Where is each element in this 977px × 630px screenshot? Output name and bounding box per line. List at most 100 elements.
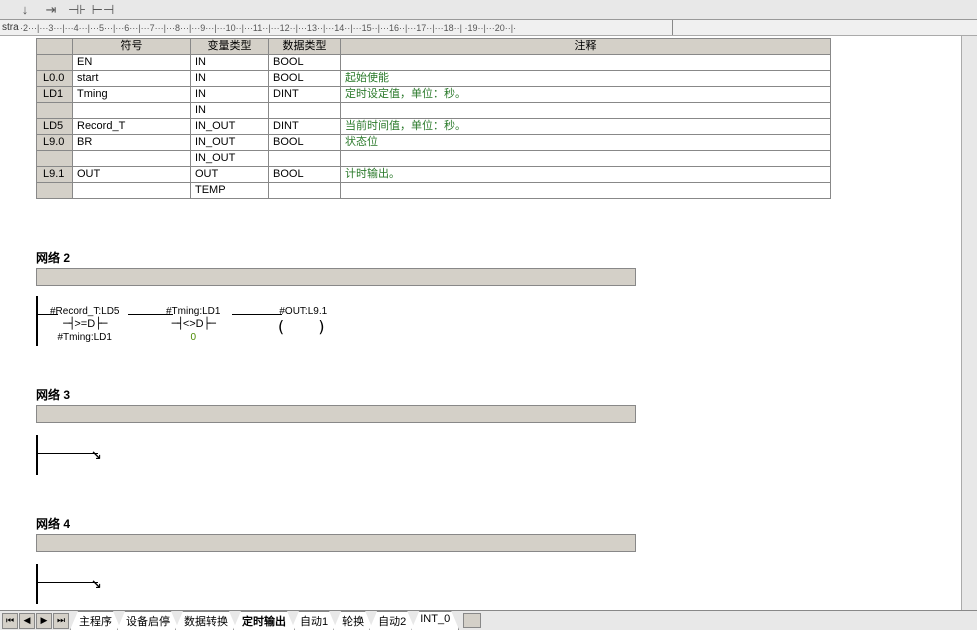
- network-title: 网络 2: [36, 249, 977, 266]
- tab-轮换[interactable]: 轮换: [333, 611, 373, 630]
- table-row[interactable]: TEMP: [37, 183, 831, 199]
- ladder-rung[interactable]: ↘: [36, 435, 636, 475]
- cell-comment[interactable]: [341, 183, 831, 199]
- cell-comment[interactable]: [341, 55, 831, 71]
- cell-vartype[interactable]: TEMP: [191, 183, 269, 199]
- tab-last-button[interactable]: ⏭: [53, 613, 69, 629]
- table-row[interactable]: IN_OUT: [37, 151, 831, 167]
- col-header-datatype: 数据类型: [269, 39, 341, 55]
- table-row[interactable]: L9.1OUTOUTBOOL计时输出。: [37, 167, 831, 183]
- tab-自动2[interactable]: 自动2: [369, 611, 415, 630]
- tab-INT_0[interactable]: INT_0: [411, 611, 459, 630]
- network-comment-bar[interactable]: [36, 534, 636, 552]
- cell-symbol[interactable]: [73, 103, 191, 119]
- compare-instruction-2[interactable]: #Tming:LD1 ─┤<>D├─ 0: [166, 306, 220, 343]
- cell-addr[interactable]: [37, 183, 73, 199]
- cell-addr[interactable]: [37, 55, 73, 71]
- tab-first-button[interactable]: ⏮: [2, 613, 18, 629]
- branch-end-icon: ↘: [91, 443, 102, 464]
- coil-label: #OUT:L9.1: [276, 306, 331, 317]
- cell-symbol[interactable]: start: [73, 71, 191, 87]
- cell-addr[interactable]: L9.1: [37, 167, 73, 183]
- col-header-addr: [37, 39, 73, 55]
- table-row[interactable]: LD1TmingINDINT定时设定值，单位：秒。: [37, 87, 831, 103]
- table-row[interactable]: LD5Record_TIN_OUTDINT当前时间值，单位：秒。: [37, 119, 831, 135]
- cell-comment[interactable]: [341, 151, 831, 167]
- network-2: 网络 2 #Record_T:LD5 ─┤>=D├─ #Tming:LD1 #T…: [36, 249, 977, 346]
- cell-comment[interactable]: 定时设定值，单位：秒。: [341, 87, 831, 103]
- cell-comment[interactable]: [341, 103, 831, 119]
- ruler-separator: [672, 20, 673, 35]
- cell-vartype[interactable]: IN: [191, 103, 269, 119]
- branch-open-icon[interactable]: ⊣⊦: [70, 3, 84, 17]
- wire: [38, 582, 98, 583]
- ladder-rung[interactable]: ↘: [36, 564, 636, 604]
- branch-close-icon[interactable]: ⊢⊣: [96, 3, 110, 17]
- cell-vartype[interactable]: OUT: [191, 167, 269, 183]
- cell-datatype[interactable]: BOOL: [269, 167, 341, 183]
- cell-vartype[interactable]: IN: [191, 55, 269, 71]
- cell-datatype[interactable]: BOOL: [269, 135, 341, 151]
- output-coil[interactable]: #OUT:L9.1 ( ): [276, 306, 331, 336]
- cell-datatype[interactable]: BOOL: [269, 55, 341, 71]
- cell-comment[interactable]: 当前时间值，单位：秒。: [341, 119, 831, 135]
- variable-table[interactable]: 符号 变量类型 数据类型 注释 ENINBOOLL0.0startINBOOL起…: [36, 38, 831, 199]
- cell-vartype[interactable]: IN_OUT: [191, 119, 269, 135]
- cell-symbol[interactable]: [73, 183, 191, 199]
- table-row[interactable]: IN: [37, 103, 831, 119]
- contact-right-icon: ├─: [95, 317, 106, 330]
- left-rail: [36, 296, 38, 346]
- cell-symbol[interactable]: [73, 151, 191, 167]
- cell-datatype[interactable]: [269, 103, 341, 119]
- cell-comment[interactable]: 状态位: [341, 135, 831, 151]
- cell-vartype[interactable]: IN_OUT: [191, 135, 269, 151]
- ladder-rung[interactable]: #Record_T:LD5 ─┤>=D├─ #Tming:LD1 #Tming:…: [36, 296, 636, 346]
- col-header-comment: 注释: [341, 39, 831, 55]
- col-header-vartype: 变量类型: [191, 39, 269, 55]
- cell-vartype[interactable]: IN: [191, 71, 269, 87]
- cell-addr[interactable]: [37, 151, 73, 167]
- cell-datatype[interactable]: DINT: [269, 119, 341, 135]
- arrow-down-icon[interactable]: ↓: [18, 3, 32, 17]
- cell-datatype[interactable]: [269, 183, 341, 199]
- cell-datatype[interactable]: [269, 151, 341, 167]
- cell-addr[interactable]: LD5: [37, 119, 73, 135]
- cell-symbol[interactable]: EN: [73, 55, 191, 71]
- ruler-label: stra: [0, 22, 20, 33]
- operand-bottom: #Tming:LD1: [50, 332, 119, 343]
- cell-symbol[interactable]: Record_T: [73, 119, 191, 135]
- tab-next-button[interactable]: ▶: [36, 613, 52, 629]
- cell-vartype[interactable]: IN_OUT: [191, 151, 269, 167]
- cell-symbol[interactable]: OUT: [73, 167, 191, 183]
- table-row[interactable]: L0.0startINBOOL起始使能: [37, 71, 831, 87]
- cell-datatype[interactable]: BOOL: [269, 71, 341, 87]
- cell-vartype[interactable]: IN: [191, 87, 269, 103]
- tabs-container: 主程序设备启停数据转换定时输出自动1轮换自动2INT_0: [74, 611, 459, 630]
- cell-addr[interactable]: [37, 103, 73, 119]
- network-comment-bar[interactable]: [36, 405, 636, 423]
- cell-comment[interactable]: 计时输出。: [341, 167, 831, 183]
- tab-prev-button[interactable]: ◀: [19, 613, 35, 629]
- left-rail: [36, 435, 38, 475]
- vertical-scrollbar[interactable]: [961, 36, 977, 610]
- cell-addr[interactable]: LD1: [37, 87, 73, 103]
- tab-设备启停[interactable]: 设备启停: [117, 611, 179, 630]
- tab-定时输出[interactable]: 定时输出: [233, 611, 295, 630]
- cell-symbol[interactable]: BR: [73, 135, 191, 151]
- compare-instruction-1[interactable]: #Record_T:LD5 ─┤>=D├─ #Tming:LD1: [50, 306, 119, 343]
- cell-datatype[interactable]: DINT: [269, 87, 341, 103]
- tab-自动1[interactable]: 自动1: [291, 611, 337, 630]
- compare-op: <>D: [183, 318, 204, 330]
- cell-addr[interactable]: L9.0: [37, 135, 73, 151]
- arrow-across-icon[interactable]: ⇥: [44, 3, 58, 17]
- tab-主程序[interactable]: 主程序: [70, 611, 121, 630]
- cell-symbol[interactable]: Tming: [73, 87, 191, 103]
- table-row[interactable]: ENINBOOL: [37, 55, 831, 71]
- table-row[interactable]: L9.0BRIN_OUTBOOL状态位: [37, 135, 831, 151]
- cell-addr[interactable]: L0.0: [37, 71, 73, 87]
- cell-comment[interactable]: 起始使能: [341, 71, 831, 87]
- network-comment-bar[interactable]: [36, 268, 636, 286]
- tab-数据转换[interactable]: 数据转换: [175, 611, 237, 630]
- operand-bottom: 0: [166, 332, 220, 343]
- ladder-area: 网络 2 #Record_T:LD5 ─┤>=D├─ #Tming:LD1 #T…: [36, 249, 977, 604]
